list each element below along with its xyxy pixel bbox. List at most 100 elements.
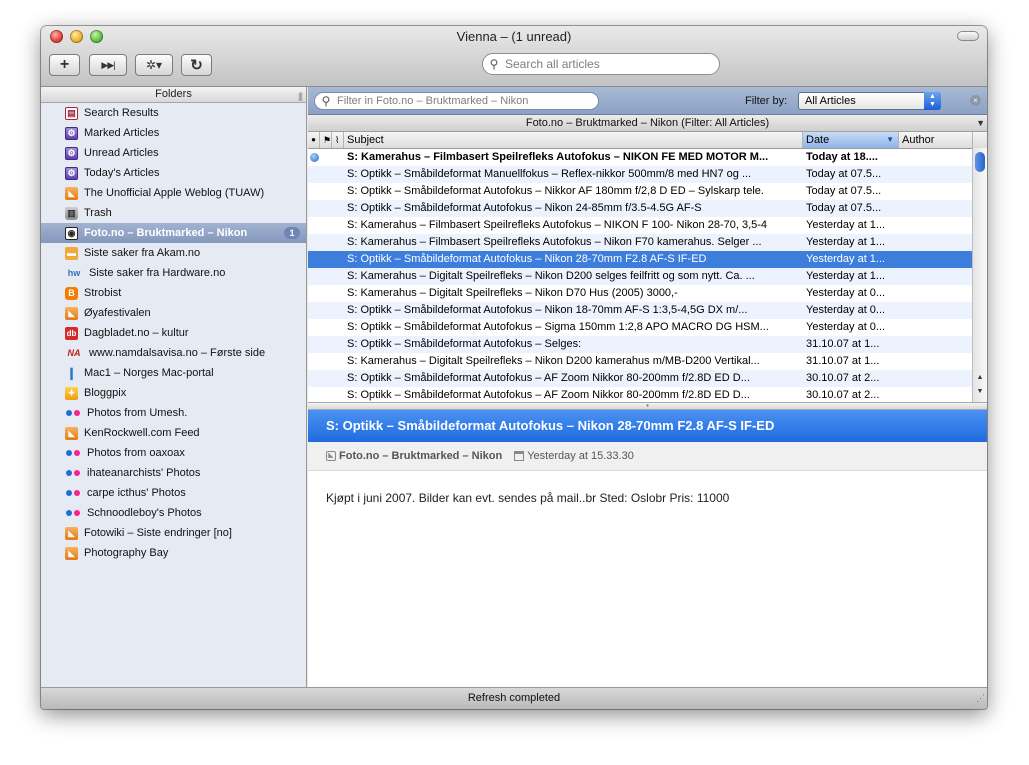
sidebar-item[interactable]: hw Siste saker fra Hardware.no — [41, 263, 306, 283]
skip-unread-button[interactable]: ▶▶| — [89, 54, 127, 76]
scroll-up-arrow[interactable]: ▲ — [973, 372, 987, 384]
toolbar-toggle-button[interactable] — [957, 31, 979, 41]
article-row[interactable]: S: Optikk – Småbildeformat Manuellfokus … — [308, 166, 987, 183]
sidebar-item[interactable]: ◉ Foto.no – Bruktmarked – Nikon 1 — [41, 223, 306, 243]
sidebar-item[interactable]: ⚙ Today's Articles — [41, 163, 306, 183]
refresh-button[interactable]: ↻ — [181, 54, 212, 76]
flag-cell[interactable] — [320, 166, 332, 183]
date-column-header[interactable]: Date ▼ — [803, 132, 899, 148]
flag-cell[interactable] — [320, 353, 332, 370]
flag-cell[interactable] — [320, 370, 332, 387]
subject-column-header[interactable]: Subject — [344, 132, 803, 148]
read-status-cell[interactable] — [308, 319, 320, 336]
read-status-cell[interactable] — [308, 183, 320, 200]
article-row[interactable]: S: Kamerahus – Filmbasert Speilrefleks A… — [308, 149, 987, 166]
scope-title: Foto.no – Bruktmarked – Nikon (Filter: A… — [525, 117, 770, 129]
flag-cell[interactable] — [320, 200, 332, 217]
article-row[interactable]: S: Kamerahus – Digitalt Speilrefleks – N… — [308, 268, 987, 285]
article-row[interactable]: S: Kamerahus – Filmbasert Speilrefleks A… — [308, 234, 987, 251]
flag-column-header[interactable]: ⚑ — [320, 132, 332, 148]
author-column-header[interactable]: Author — [899, 132, 973, 148]
sidebar-item[interactable]: ▤ Search Results — [41, 103, 306, 123]
read-status-cell[interactable] — [308, 166, 320, 183]
article-subject: S: Optikk – Småbildeformat Manuellfokus … — [347, 168, 752, 180]
resize-grip-icon[interactable]: ⋰ — [976, 688, 985, 708]
scrollbar-thumb[interactable] — [975, 152, 985, 172]
attachment-cell — [332, 183, 344, 200]
flag-cell[interactable] — [320, 217, 332, 234]
article-author — [899, 183, 973, 200]
close-filter-button[interactable]: × — [970, 95, 981, 106]
flag-cell[interactable] — [320, 319, 332, 336]
new-subscription-button[interactable]: + — [49, 54, 80, 76]
flag-cell[interactable] — [320, 149, 332, 166]
read-status-cell[interactable] — [308, 200, 320, 217]
sidebar-item[interactable]: ◣ KenRockwell.com Feed — [41, 423, 306, 443]
sidebar-item[interactable]: Photos from oaxoax — [41, 443, 306, 463]
split-view-divider[interactable]: • — [308, 402, 987, 410]
article-row[interactable]: S: Optikk – Småbildeformat Autofokus – N… — [308, 251, 987, 268]
flag-cell[interactable] — [320, 251, 332, 268]
sidebar-item[interactable]: ◣ Øyafestivalen — [41, 303, 306, 323]
search-input[interactable] — [505, 57, 695, 71]
read-status-cell[interactable] — [308, 234, 320, 251]
sidebar-item[interactable]: ◣ Photography Bay — [41, 543, 306, 563]
read-status-cell[interactable] — [308, 149, 320, 166]
article-row[interactable]: S: Optikk – Småbildeformat Autofokus – N… — [308, 200, 987, 217]
search-results-icon: ▤ — [65, 106, 78, 120]
article-row[interactable]: S: Kamerahus – Digitalt Speilrefleks – N… — [308, 353, 987, 370]
sidebar-item[interactable]: ◣ Fotowiki – Siste endringer [no] — [41, 523, 306, 543]
column-resize-grip[interactable]: ||| — [298, 89, 303, 104]
sidebar-item[interactable]: ❙ Mac1 – Norges Mac-portal — [41, 363, 306, 383]
flag-cell[interactable] — [320, 285, 332, 302]
sidebar-item[interactable]: ⚙ Unread Articles — [41, 143, 306, 163]
read-status-cell[interactable] — [308, 302, 320, 319]
status-text: Refresh completed — [467, 692, 561, 704]
sidebar-item[interactable]: Schnoodleboy's Photos — [41, 503, 306, 523]
read-status-cell[interactable] — [308, 370, 320, 387]
sidebar-item[interactable]: B Strobist — [41, 283, 306, 303]
read-status-cell[interactable] — [308, 217, 320, 234]
sidebar-item[interactable]: ⚙ Marked Articles — [41, 123, 306, 143]
article-row[interactable]: S: Optikk – Småbildeformat Autofokus – A… — [308, 370, 987, 387]
sidebar-item[interactable]: db Dagbladet.no – kultur — [41, 323, 306, 343]
preview-feed-name[interactable]: Foto.no – Bruktmarked – Nikon — [339, 442, 502, 470]
read-status-cell[interactable] — [308, 353, 320, 370]
filter-field[interactable]: ⚲ — [314, 92, 599, 110]
read-column-header[interactable]: ● — [308, 132, 320, 148]
sidebar-item[interactable]: carpe icthus' Photos — [41, 483, 306, 503]
read-status-cell[interactable] — [308, 336, 320, 353]
sidebar-item[interactable]: ▬ Siste saker fra Akam.no — [41, 243, 306, 263]
folders-sidebar: Folders ||| ▤ Search Results ⚙ Marked Artic… — [41, 87, 307, 687]
article-row[interactable]: S: Optikk – Småbildeformat Autofokus – N… — [308, 183, 987, 200]
flag-cell[interactable] — [320, 268, 332, 285]
flag-cell[interactable] — [320, 302, 332, 319]
read-status-cell[interactable] — [308, 285, 320, 302]
flag-cell[interactable] — [320, 336, 332, 353]
action-menu-button[interactable]: ✲▾ — [135, 54, 173, 76]
sidebar-item-label: Siste saker fra Akam.no — [84, 247, 201, 259]
article-row[interactable]: S: Kamerahus – Digitalt Speilrefleks – N… — [308, 285, 987, 302]
flag-cell[interactable] — [320, 183, 332, 200]
article-list-scrollbar[interactable]: ▲ ▼ — [972, 148, 987, 402]
sidebar-item[interactable]: ◣ The Unofficial Apple Weblog (TUAW) — [41, 183, 306, 203]
scroll-down-arrow[interactable]: ▼ — [973, 386, 987, 398]
sidebar-item[interactable]: ihateanarchists' Photos — [41, 463, 306, 483]
filter-input[interactable] — [337, 95, 587, 107]
flag-cell[interactable] — [320, 234, 332, 251]
article-row[interactable]: S: Optikk – Småbildeformat Autofokus – S… — [308, 336, 987, 353]
filter-select[interactable]: All Articles ▲ ▼ — [798, 92, 941, 110]
read-status-cell[interactable] — [308, 268, 320, 285]
search-field[interactable]: ⚲ — [482, 53, 720, 75]
article-row[interactable]: S: Optikk – Småbildeformat Autofokus – S… — [308, 319, 987, 336]
sidebar-item[interactable]: ✦ Bloggpix — [41, 383, 306, 403]
article-row[interactable]: S: Kamerahus – Filmbasert Speilrefleks A… — [308, 217, 987, 234]
article-row[interactable]: S: Optikk – Småbildeformat Autofokus – N… — [308, 302, 987, 319]
preview-title[interactable]: S: Optikk – Småbildeformat Autofokus – N… — [308, 410, 987, 442]
sidebar-item[interactable]: NA www.namdalsavisa.no – Første side — [41, 343, 306, 363]
triangle-down-icon[interactable]: ▼ — [976, 115, 985, 131]
attachment-column-header[interactable]: ⌇ — [332, 132, 344, 148]
read-status-cell[interactable] — [308, 251, 320, 268]
sidebar-item[interactable]: Photos from Umesh. — [41, 403, 306, 423]
sidebar-item[interactable]: ▥ Trash — [41, 203, 306, 223]
